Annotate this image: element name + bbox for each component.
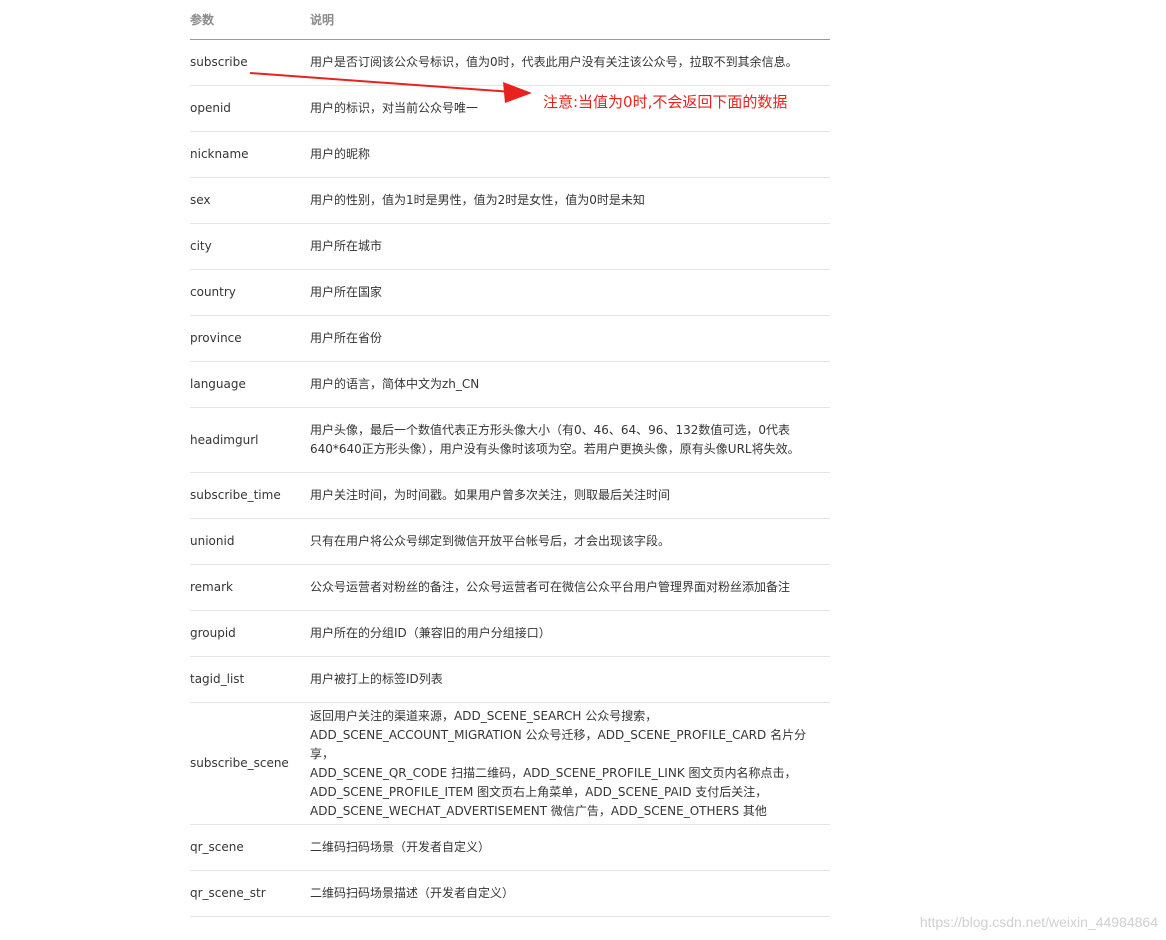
table-row: sex 用户的性别，值为1时是男性，值为2时是女性，值为0时是未知 <box>190 178 830 224</box>
param-desc: 二维码扫码场景（开发者自定义） <box>310 840 491 854</box>
param-desc: 用户的昵称 <box>310 147 371 161</box>
table-row: tagid_list 用户被打上的标签ID列表 <box>190 657 830 703</box>
param-desc: 公众号运营者对粉丝的备注，公众号运营者可在微信公众平台用户管理界面对粉丝添加备注 <box>310 580 791 594</box>
param-name: unionid <box>190 534 235 548</box>
param-name: qr_scene <box>190 840 244 854</box>
param-desc: 只有在用户将公众号绑定到微信开放平台帐号后，才会出现该字段。 <box>310 534 671 548</box>
param-name: language <box>190 377 246 391</box>
param-name: subscribe_scene <box>190 756 289 770</box>
param-desc: 用户所在城市 <box>310 239 383 253</box>
param-name: groupid <box>190 626 236 640</box>
watermark: https://blog.csdn.net/weixin_44984864 <box>919 914 1158 930</box>
param-name: subscribe <box>190 55 248 69</box>
table-row: city 用户所在城市 <box>190 224 830 270</box>
param-desc: 用户关注时间，为时间戳。如果用户曾多次关注，则取最后关注时间 <box>310 488 671 502</box>
annotation-note: 注意:当值为0时,不会返回下面的数据 <box>543 93 788 111</box>
param-name: openid <box>190 101 231 115</box>
table-row: qr_scene_str 二维码扫码场景描述（开发者自定义） <box>190 871 830 917</box>
table-row: province 用户所在省份 <box>190 316 830 362</box>
param-desc: 用户的性别，值为1时是男性，值为2时是女性，值为0时是未知 <box>310 193 645 207</box>
param-desc: 用户的语言，简体中文为zh_CN <box>310 377 480 391</box>
table-row: remark 公众号运营者对粉丝的备注，公众号运营者可在微信公众平台用户管理界面… <box>190 565 830 611</box>
param-name: subscribe_time <box>190 488 281 502</box>
param-desc: 二维码扫码场景描述（开发者自定义） <box>310 886 515 900</box>
table-row: subscribe 用户是否订阅该公众号标识，值为0时，代表此用户没有关注该公众… <box>190 40 830 86</box>
param-desc: 用户被打上的标签ID列表 <box>310 672 443 686</box>
param-name: country <box>190 285 236 299</box>
table-header: 参数 说明 <box>190 0 830 40</box>
param-name: tagid_list <box>190 672 245 686</box>
param-desc: 用户所在的分组ID（兼容旧的用户分组接口） <box>310 626 551 640</box>
table-row: qr_scene 二维码扫码场景（开发者自定义） <box>190 825 830 871</box>
param-desc: 用户所在省份 <box>310 331 383 345</box>
param-desc: 返回用户关注的渠道来源，ADD_SCENE_SEARCH 公众号搜索， ADD_… <box>310 708 807 818</box>
header-param: 参数 <box>190 13 215 27</box>
params-table: 参数 说明 subscribe 用户是否订阅该公众号标识，值为0时，代表此用户没… <box>190 0 830 917</box>
table-row: nickname 用户的昵称 <box>190 132 830 178</box>
param-desc: 用户所在国家 <box>310 285 383 299</box>
param-name: remark <box>190 580 233 594</box>
table-row: subscribe_time 用户关注时间，为时间戳。如果用户曾多次关注，则取最… <box>190 473 830 519</box>
param-desc: 用户头像，最后一个数值代表正方形头像大小（有0、46、64、96、132数值可选… <box>310 423 800 456</box>
table-row: groupid 用户所在的分组ID（兼容旧的用户分组接口） <box>190 611 830 657</box>
table-row: country 用户所在国家 <box>190 270 830 316</box>
param-name: headimgurl <box>190 432 259 447</box>
param-desc: 用户是否订阅该公众号标识，值为0时，代表此用户没有关注该公众号，拉取不到其余信息… <box>310 55 798 69</box>
table-row: unionid 只有在用户将公众号绑定到微信开放平台帐号后，才会出现该字段。 <box>190 519 830 565</box>
table-row: language 用户的语言，简体中文为zh_CN <box>190 362 830 408</box>
header-desc: 说明 <box>310 13 335 27</box>
param-name: qr_scene_str <box>190 886 266 900</box>
param-name: nickname <box>190 147 249 161</box>
param-name: province <box>190 331 242 345</box>
param-name: city <box>190 239 212 253</box>
param-name: sex <box>190 193 211 207</box>
table-row: headimgurl 用户头像，最后一个数值代表正方形头像大小（有0、46、64… <box>190 408 830 473</box>
table-row: subscribe_scene 返回用户关注的渠道来源，ADD_SCENE_SE… <box>190 703 830 825</box>
